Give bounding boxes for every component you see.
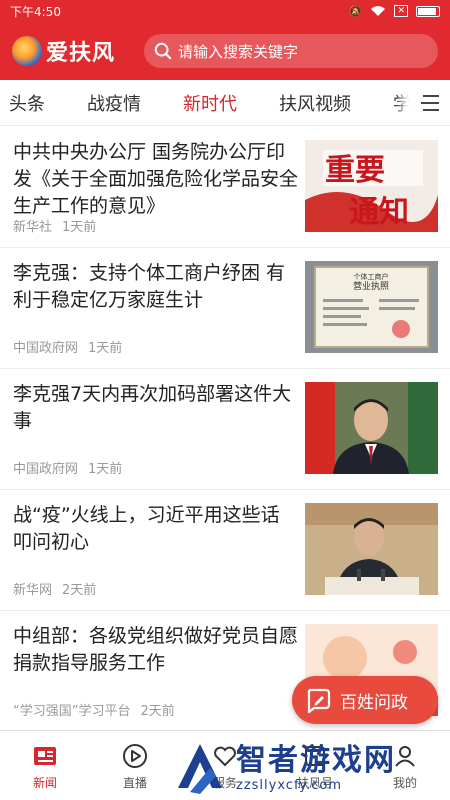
status-time: 下午4:50	[10, 4, 61, 19]
nav-news-label: 新闻	[32, 776, 57, 790]
play-icon	[123, 744, 147, 768]
news-time: 2天前	[140, 704, 175, 719]
tab-headlines[interactable]: 头条	[0, 90, 66, 116]
news-source: 新华网	[13, 583, 53, 598]
news-thumbnail	[305, 382, 438, 474]
news-source: “学习强国”学习平台	[13, 704, 131, 719]
nav-news[interactable]: 新闻	[0, 731, 90, 800]
news-item[interactable]: 李克强7天内再次加码部署这件大事 中国政府网 1天前	[0, 369, 450, 490]
news-source: 中国政府网	[13, 341, 79, 356]
edit-chat-icon	[307, 688, 331, 714]
news-item[interactable]: 李克强：支持个体工商户纾困 有利于稳定亿万家庭生计 中国政府网 1天前 个体工商户…	[0, 248, 450, 369]
app-header: 爱扶风 请输入搜索关键字	[0, 22, 450, 80]
news-time: 1天前	[88, 341, 123, 356]
search-icon	[154, 42, 172, 60]
news-meta: 新华网 2天前	[13, 579, 96, 598]
news-source: 新华社	[13, 220, 53, 235]
news-thumbnail: 个体工商户 营业执照	[305, 261, 438, 353]
battery-icon	[416, 5, 440, 17]
x-icon: ✕	[394, 5, 408, 17]
search-placeholder: 请输入搜索关键字	[178, 42, 299, 61]
mute-icon: 🔕	[348, 4, 363, 18]
public-inquiry-label: 百姓问政	[340, 692, 408, 713]
news-feed: 中共中央办公厅 国务院办公厅印发《关于全面加强危险化学品安全生产工作的意见》 新…	[0, 127, 450, 732]
tab-epidemic[interactable]: 战疫情	[66, 90, 162, 116]
news-time: 1天前	[62, 220, 97, 235]
news-title: 李克强：支持个体工商户纾困 有利于稳定亿万家庭生计	[13, 262, 286, 311]
thumb-line-2: 营业执照	[353, 280, 389, 292]
app-name: 爱扶风	[46, 40, 116, 66]
news-icon	[34, 747, 56, 765]
tab-fufeng-video[interactable]: 扶风视频	[258, 90, 372, 116]
watermark-logo-icon	[178, 744, 222, 794]
news-meta: 中国政府网 1天前	[13, 337, 122, 356]
news-title: 中共中央办公厅 国务院办公厅印发《关于全面加强危险化学品安全生产工作的意见》	[13, 141, 299, 217]
news-item[interactable]: 战“疫”火线上，习近平用这些话叩问初心 新华网 2天前	[0, 490, 450, 611]
public-inquiry-button[interactable]: 百姓问政	[292, 676, 438, 724]
news-title: 战“疫”火线上，习近平用这些话叩问初心	[13, 504, 280, 553]
wifi-icon	[371, 6, 386, 16]
nav-live-label: 直播	[122, 776, 147, 790]
news-thumbnail: 重要 通知	[305, 140, 438, 232]
news-time: 1天前	[88, 462, 123, 477]
category-tabs: 头条 战疫情 新时代 扶风视频 学	[0, 80, 450, 126]
news-time: 2天前	[62, 583, 97, 598]
search-input[interactable]: 请输入搜索关键字	[144, 34, 438, 68]
menu-icon	[421, 95, 439, 111]
watermark-title: 智者游戏网	[236, 742, 396, 778]
tabs-menu-button[interactable]	[410, 80, 450, 125]
news-meta: 新华社 1天前	[13, 216, 96, 235]
thumb-line-1: 个体工商户	[354, 272, 389, 281]
news-item[interactable]: 中共中央办公厅 国务院办公厅印发《关于全面加强危险化学品安全生产工作的意见》 新…	[0, 127, 450, 248]
app-logo: 爱扶风	[12, 35, 134, 67]
news-thumbnail	[305, 503, 438, 595]
news-source: 中国政府网	[13, 462, 79, 477]
watermark-url: zzsllyxcfy.com	[236, 777, 343, 793]
tab-new-era[interactable]: 新时代	[162, 90, 258, 125]
thumb-line-1: 重要	[325, 153, 385, 188]
status-bar: 下午4:50 🔕 ✕	[0, 0, 450, 22]
news-title: 李克强7天内再次加码部署这件大事	[13, 383, 292, 432]
news-meta: 中国政府网 1天前	[13, 458, 122, 477]
news-meta: “学习强国”学习平台 2天前	[13, 700, 175, 719]
globe-logo-icon	[12, 36, 42, 66]
news-title: 中组部：各级党组织做好党员自愿捐款指导服务工作	[13, 625, 299, 674]
thumb-line-2: 通知	[349, 195, 409, 230]
nav-live[interactable]: 直播	[90, 731, 180, 800]
watermark: 智者游戏网 zzsllyxcfy.com	[170, 736, 450, 800]
